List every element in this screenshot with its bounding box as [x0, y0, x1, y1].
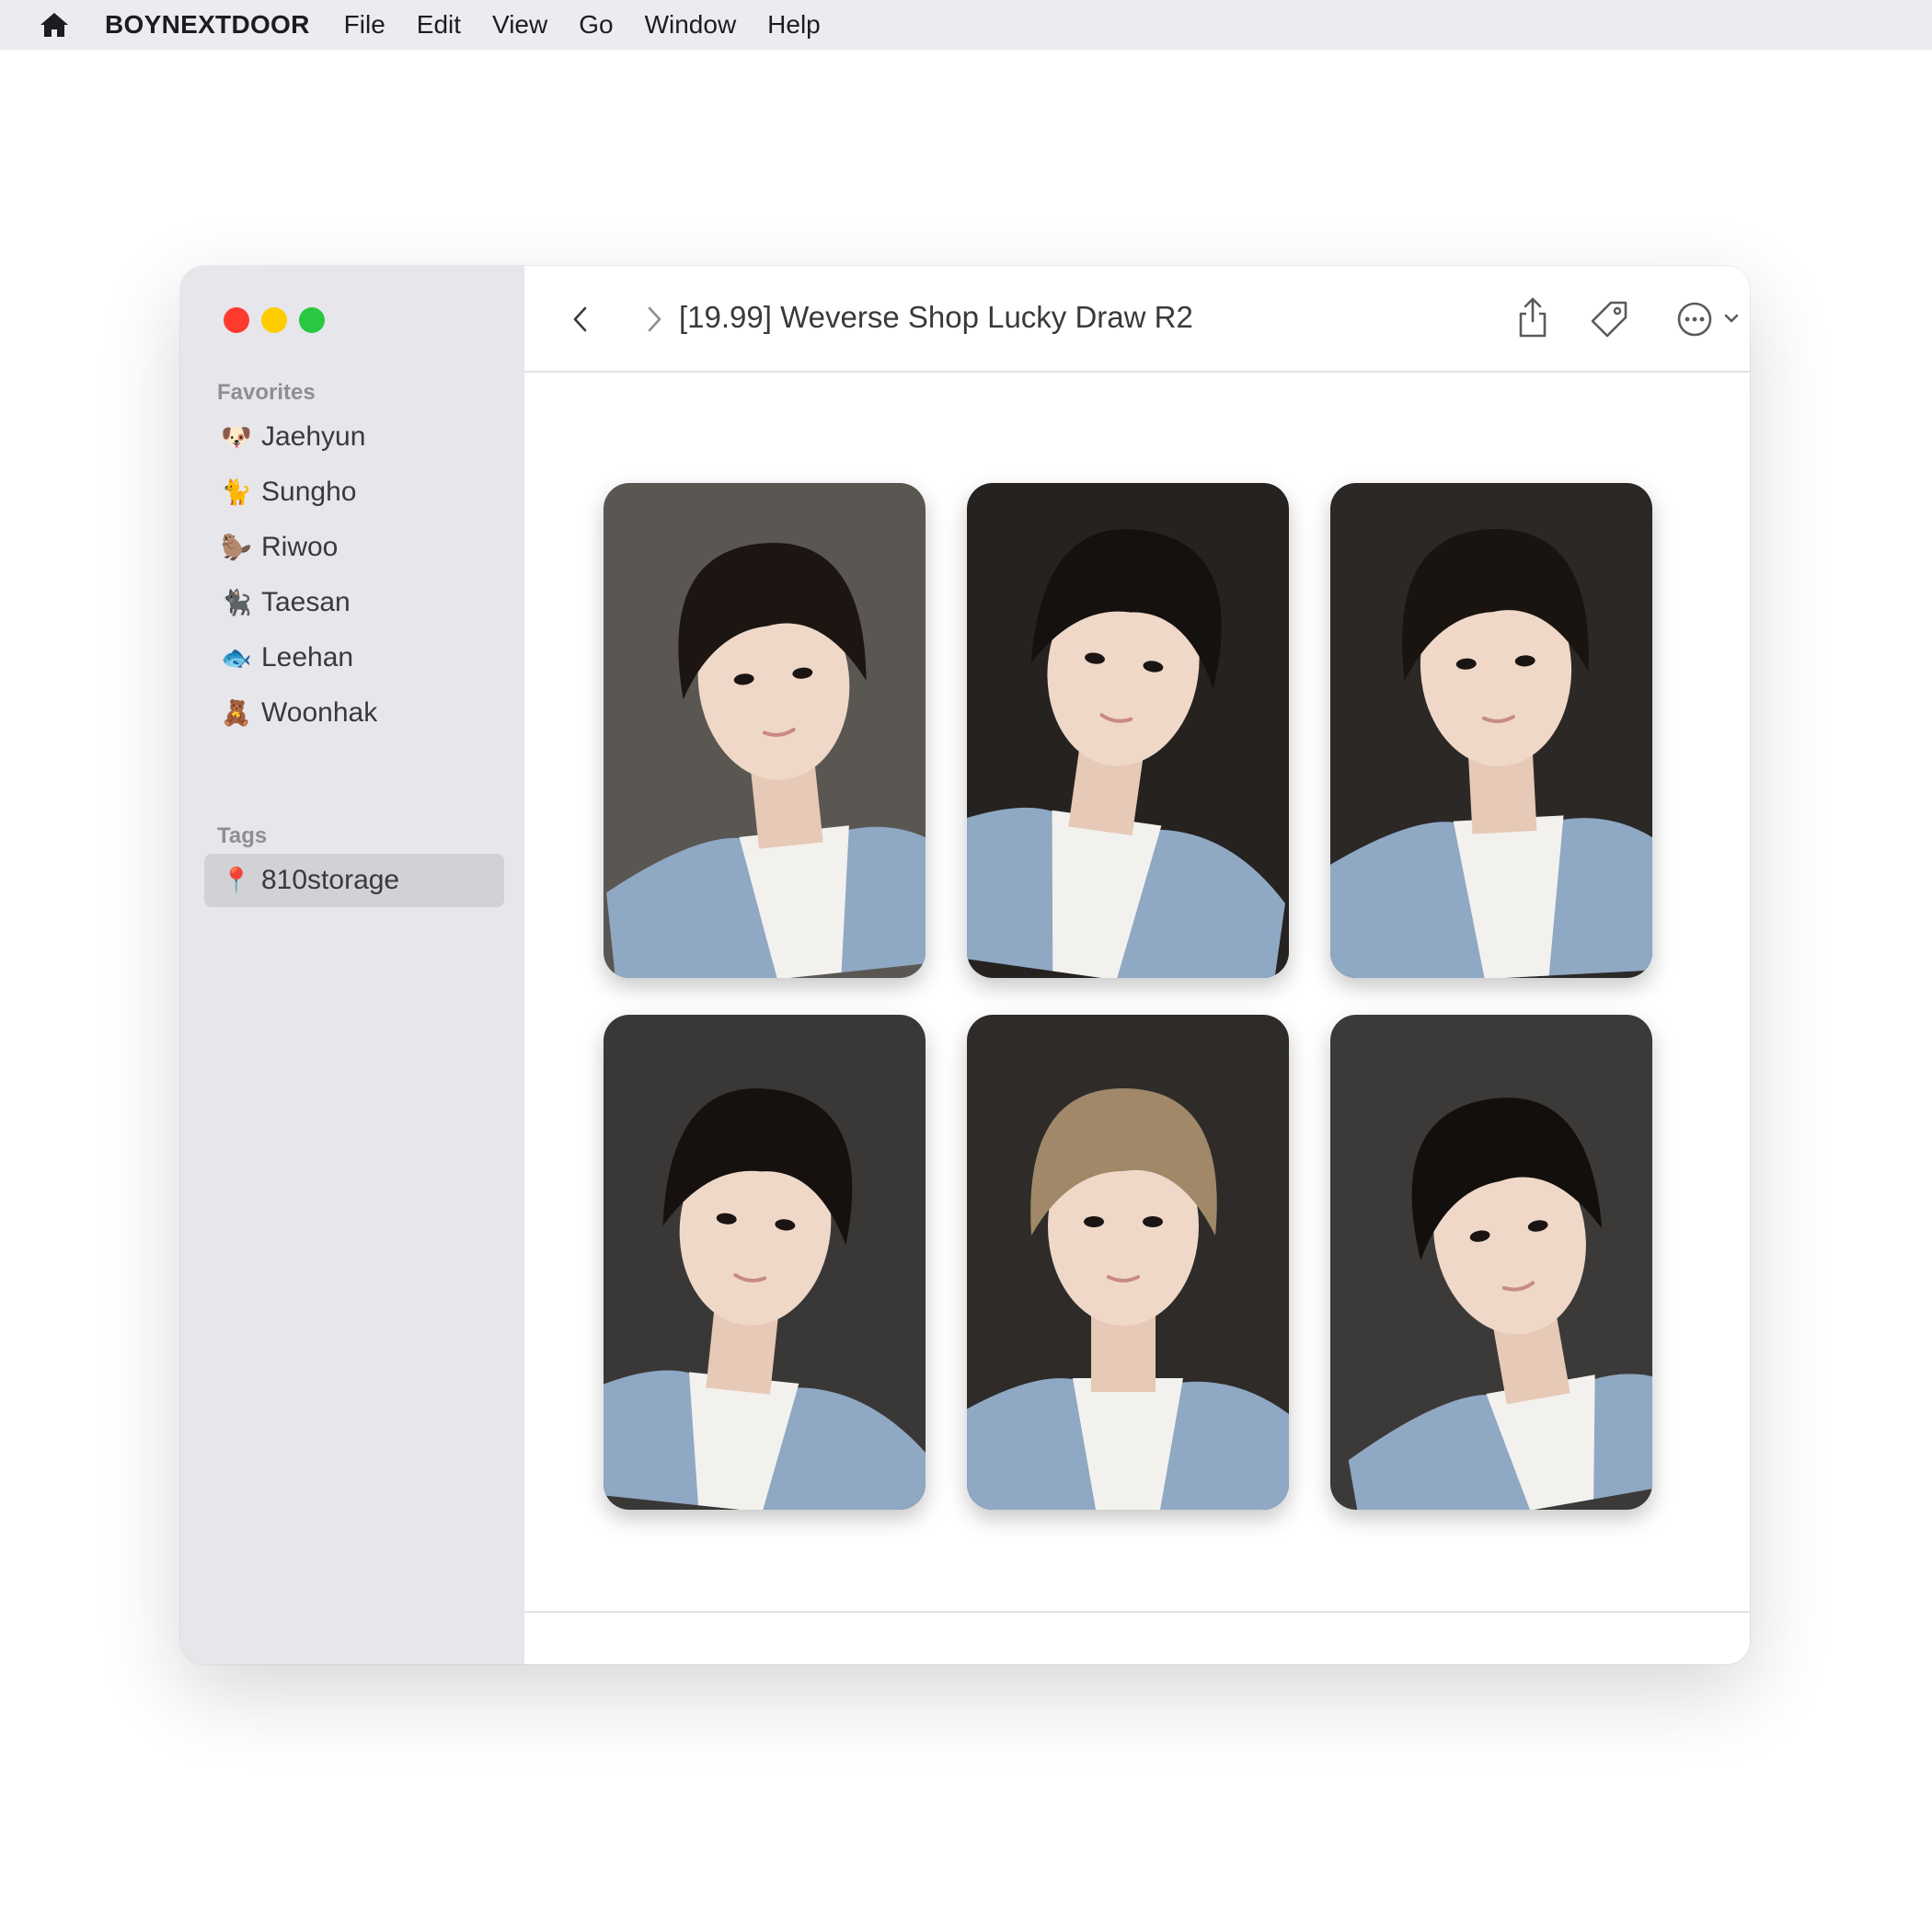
sidebar-item-jaehyun[interactable]: 🐶 Jaehyun	[221, 409, 377, 465]
favorites-list: 🐶 Jaehyun 🐈 Sungho 🦫 Riwoo 🐈‍⬛ Taesan 🐟 …	[221, 409, 377, 741]
window-controls	[224, 307, 325, 333]
fish-icon: 🐟	[221, 644, 252, 672]
photocard-5[interactable]	[967, 1015, 1289, 1510]
menu-window[interactable]: Window	[645, 10, 737, 40]
ellipsis-circle-icon[interactable]	[1674, 299, 1715, 339]
sidebar: Favorites 🐶 Jaehyun 🐈 Sungho 🦫 Riwoo 🐈‍⬛…	[180, 266, 524, 1664]
photo-image	[1330, 1015, 1652, 1510]
menu-bar: BOYNEXTDOOR File Edit View Go Window Hel…	[0, 0, 1932, 50]
black-cat-icon: 🐈‍⬛	[221, 589, 252, 616]
photocard-4[interactable]	[604, 1015, 926, 1510]
beaver-icon: 🦫	[221, 534, 252, 561]
sidebar-item-label: Riwoo	[261, 532, 339, 562]
cat-icon: 🐈	[221, 478, 252, 506]
chevron-left-icon[interactable]	[565, 303, 598, 336]
photocard-1[interactable]	[604, 483, 926, 978]
photocard-2[interactable]	[967, 483, 1289, 978]
sidebar-item-woonhak[interactable]: 🧸 Woonhak	[221, 685, 377, 741]
menu-go[interactable]: Go	[579, 10, 613, 40]
sidebar-item-riwoo[interactable]: 🦫 Riwoo	[221, 520, 377, 575]
photocard-3[interactable]	[1330, 483, 1652, 978]
tags-heading: Tags	[217, 823, 268, 848]
menu-view[interactable]: View	[492, 10, 547, 40]
home-icon[interactable]	[39, 10, 70, 40]
photo-image	[1330, 483, 1652, 978]
photo-image	[967, 483, 1289, 978]
photo-image	[604, 1015, 926, 1510]
sidebar-item-leehan[interactable]: 🐟 Leehan	[221, 630, 377, 685]
puppy-icon: 🐶	[221, 423, 252, 451]
sidebar-item-label: Sungho	[261, 477, 357, 507]
tag-icon[interactable]	[1589, 299, 1629, 339]
minimize-button[interactable]	[261, 307, 287, 333]
eye	[1084, 1216, 1104, 1227]
menu-file[interactable]: File	[344, 10, 385, 40]
chevron-down-icon[interactable]	[1721, 308, 1742, 328]
sidebar-item-label: Woonhak	[261, 697, 378, 728]
sidebar-item-taesan[interactable]: 🐈‍⬛ Taesan	[221, 575, 377, 630]
photocard-6[interactable]	[1330, 1015, 1652, 1510]
pin-icon: 📍	[221, 867, 252, 894]
close-button[interactable]	[224, 307, 249, 333]
favorites-heading: Favorites	[217, 380, 316, 405]
chevron-right-icon[interactable]	[637, 303, 670, 336]
sidebar-item-label: 810storage	[261, 865, 400, 895]
main-content: [19.99] Weverse Shop Lucky Draw R2	[524, 266, 1750, 1664]
toolbar: [19.99] Weverse Shop Lucky Draw R2	[524, 266, 1750, 373]
zoom-button[interactable]	[299, 307, 325, 333]
finder-window: Favorites 🐶 Jaehyun 🐈 Sungho 🦫 Riwoo 🐈‍⬛…	[180, 266, 1750, 1664]
folder-title: [19.99] Weverse Shop Lucky Draw R2	[679, 300, 1193, 334]
menu-edit[interactable]: Edit	[417, 10, 461, 40]
photo-grid	[604, 483, 1652, 1510]
sidebar-item-label: Jaehyun	[261, 421, 366, 452]
eye	[1143, 1216, 1163, 1227]
share-icon[interactable]	[1512, 295, 1553, 338]
status-bar	[524, 1611, 1750, 1664]
photo-image	[604, 483, 926, 978]
sidebar-tag-810storage[interactable]: 📍 810storage	[204, 854, 504, 907]
menu-help[interactable]: Help	[767, 10, 821, 40]
app-name-menu[interactable]: BOYNEXTDOOR	[105, 10, 310, 40]
teddy-bear-icon: 🧸	[221, 699, 252, 727]
sidebar-item-sungho[interactable]: 🐈 Sungho	[221, 465, 377, 520]
photo-image	[967, 1015, 1289, 1510]
sidebar-item-label: Taesan	[261, 587, 351, 617]
sidebar-item-label: Leehan	[261, 642, 354, 673]
